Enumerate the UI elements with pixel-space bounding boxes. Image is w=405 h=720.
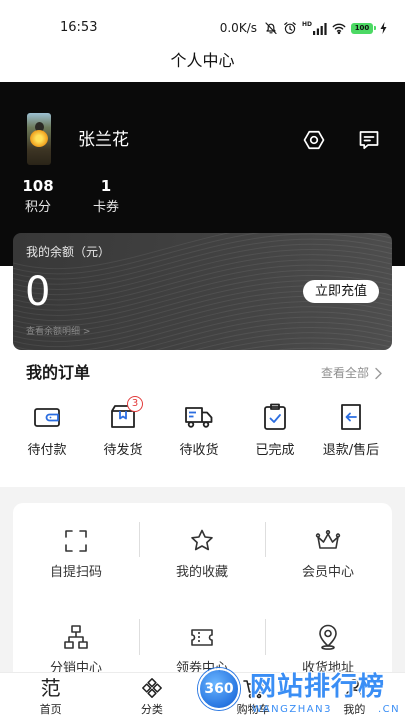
home-logo-icon: 范: [40, 676, 61, 700]
points-label: 积分: [24, 200, 51, 215]
service-label: 会员中心: [301, 565, 354, 580]
service-member-center[interactable]: 会员中心: [265, 527, 391, 581]
order-pending-shipment[interactable]: 3 待发货: [85, 396, 161, 463]
service-label: 自提扫码: [49, 565, 102, 580]
nav-label: 我的: [343, 703, 366, 716]
nav-label: 首页: [39, 703, 62, 716]
battery-level: 100: [354, 23, 370, 32]
org-chart-icon: [62, 623, 90, 651]
mute-icon: [264, 21, 278, 35]
order-item-label: 已完成: [255, 443, 295, 458]
user-icon: [343, 677, 365, 699]
network-speed: 0.0K/s: [219, 21, 257, 35]
page-title: 个人中心: [170, 51, 235, 70]
wave-line: [13, 301, 392, 348]
order-pending-receipt[interactable]: 待收货: [161, 401, 237, 463]
service-self-pickup-scan[interactable]: 自提扫码: [13, 527, 139, 581]
charging-icon: [380, 22, 387, 34]
avatar[interactable]: [27, 113, 51, 165]
scan-icon: [62, 527, 90, 555]
refund-icon: [335, 401, 367, 433]
user-name[interactable]: 张兰花: [78, 130, 129, 150]
settings-icon[interactable]: [302, 128, 326, 152]
coupons-label: 卡券: [92, 200, 119, 215]
order-refund-service[interactable]: 退款/售后: [313, 401, 389, 463]
avatar-flower: [30, 130, 48, 147]
nav-home[interactable]: 范 首页: [0, 673, 101, 720]
service-shipping-address[interactable]: 收货地址: [265, 623, 391, 677]
location-icon: [314, 623, 342, 651]
recharge-button[interactable]: 立即充值: [303, 280, 379, 303]
cart-icon: [242, 677, 264, 699]
orders-title: 我的订单: [26, 363, 91, 382]
order-pending-payment[interactable]: 待付款: [9, 401, 85, 463]
balance-label: 我的余额（元）: [26, 245, 111, 259]
service-favorites[interactable]: 我的收藏: [139, 527, 265, 581]
crown-icon: [314, 527, 342, 555]
coupons-stat[interactable]: 1 卡券: [81, 177, 131, 216]
service-coupon-center[interactable]: 领券中心: [139, 623, 265, 677]
coupons-value: 1: [100, 177, 112, 195]
balance-amount: 0: [25, 269, 51, 315]
service-distribution-center[interactable]: 分销中心: [13, 623, 139, 677]
chevron-right-icon: [375, 367, 382, 379]
signal-icon: HD: [302, 21, 327, 35]
ticket-icon: [188, 623, 216, 651]
order-item-label: 退款/售后: [322, 443, 380, 458]
order-item-label: 待发货: [103, 443, 143, 458]
nav-label: 购物车: [236, 703, 270, 716]
order-completed[interactable]: 已完成: [237, 401, 313, 463]
service-label: 我的收藏: [175, 565, 228, 580]
category-icon: [141, 677, 163, 699]
clipboard-check-icon: [259, 401, 291, 433]
truck-icon: [183, 401, 215, 433]
status-indicators: 0.0K/s HD 100: [220, 20, 387, 36]
view-all-orders-link[interactable]: 查看全部: [321, 365, 383, 381]
order-item-label: 待付款: [27, 443, 67, 458]
bottom-nav: 范 首页 分类 购物车 我的: [0, 672, 405, 720]
star-icon: [188, 527, 216, 555]
points-stat[interactable]: 108 积分: [13, 177, 63, 216]
order-item-label: 待收货: [179, 443, 219, 458]
view-all-label: 查看全部: [320, 366, 369, 380]
signal-label: HD: [301, 21, 312, 28]
battery-icon: 100: [351, 22, 376, 34]
wifi-icon: [332, 21, 346, 35]
alarm-icon: [283, 21, 297, 35]
pending-shipment-badge: 3: [127, 396, 143, 412]
profile-screen: 16:53 0.0K/s HD 100 个人中心 张兰花 108 积分 1 卡券…: [0, 0, 405, 720]
status-bar: 16:53 0.0K/s HD 100: [0, 0, 405, 44]
nav-cart[interactable]: 购物车: [203, 673, 304, 720]
nav-me[interactable]: 我的: [304, 673, 405, 720]
balance-detail-link[interactable]: 查看余额明细 >: [26, 327, 90, 338]
message-icon[interactable]: [357, 128, 381, 152]
order-status-row: 待付款 3 待发货 待收货 已完成 退款/售后: [9, 396, 389, 463]
points-value: 108: [22, 177, 54, 195]
nav-category[interactable]: 分类: [101, 673, 202, 720]
nav-label: 分类: [140, 703, 163, 716]
status-time: 16:53: [60, 20, 98, 35]
balance-card: 我的余额（元） 0 立即充值 查看余额明细 >: [13, 233, 392, 350]
wallet-icon: [31, 401, 63, 433]
